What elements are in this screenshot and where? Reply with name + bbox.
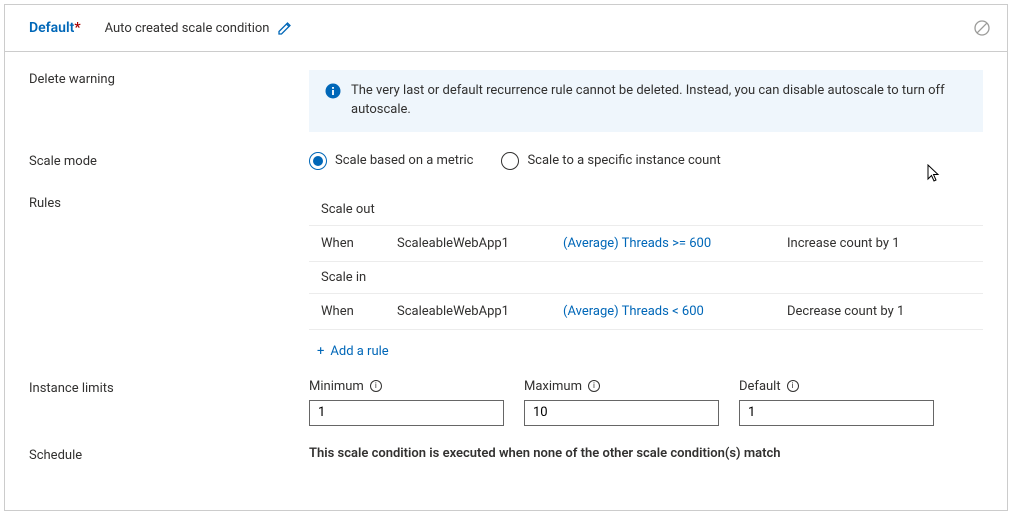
rule-metric-link[interactable]: (Average) Threads < 600	[563, 304, 787, 319]
row-rules: Rules Scale out When ScaleableWebApp1 (A…	[29, 194, 983, 359]
disable-icon[interactable]	[973, 19, 991, 37]
rule-target: ScaleableWebApp1	[397, 304, 563, 319]
default-label-text: Default	[739, 379, 781, 394]
rules-table: Scale out When ScaleableWebApp1 (Average…	[309, 194, 983, 330]
instance-limits-group: Minimum i Maximum i De	[309, 379, 983, 426]
section-scale-in: Scale in	[309, 262, 983, 294]
plus-icon: +	[317, 344, 324, 359]
field-minimum: Minimum i	[309, 379, 504, 426]
radio-scale-metric[interactable]: Scale based on a metric	[309, 152, 473, 170]
delete-warning-callout: The very last or default recurrence rule…	[309, 70, 983, 132]
info-icon[interactable]: i	[787, 380, 799, 392]
title-text: Default	[29, 20, 74, 36]
row-schedule: Schedule This scale condition is execute…	[29, 446, 983, 463]
rule-when: When	[321, 304, 397, 319]
field-maximum: Maximum i	[524, 379, 719, 426]
label-instance-limits: Instance limits	[29, 379, 309, 396]
rule-row-scale-in[interactable]: When ScaleableWebApp1 (Average) Threads …	[309, 294, 983, 330]
rule-action: Decrease count by 1	[787, 304, 983, 319]
row-delete-warning: Delete warning The very last or default …	[29, 70, 983, 132]
radio-label-fixed: Scale to a specific instance count	[527, 153, 720, 168]
field-default: Default i	[739, 379, 934, 426]
label-delete-warning: Delete warning	[29, 70, 309, 87]
maximum-label-text: Maximum	[524, 379, 582, 394]
label-scale-mode: Scale mode	[29, 152, 309, 169]
rule-metric-link[interactable]: (Average) Threads >= 600	[563, 236, 787, 251]
info-icon	[325, 83, 341, 106]
rule-when: When	[321, 236, 397, 251]
scale-mode-radiogroup: Scale based on a metric Scale to a speci…	[309, 152, 983, 170]
panel-title: Default*	[29, 20, 81, 36]
required-star: *	[74, 20, 80, 36]
label-rules: Rules	[29, 194, 309, 211]
rule-action: Increase count by 1	[787, 236, 983, 251]
maximum-input[interactable]	[524, 400, 719, 426]
add-rule-button[interactable]: + Add a rule	[317, 344, 983, 359]
delete-warning-text: The very last or default recurrence rule…	[351, 82, 967, 120]
radio-label-metric: Scale based on a metric	[335, 153, 473, 168]
radio-scale-fixed[interactable]: Scale to a specific instance count	[501, 152, 720, 170]
panel-body: Delete warning The very last or default …	[5, 52, 1007, 463]
info-icon[interactable]: i	[370, 380, 382, 392]
minimum-label-text: Minimum	[309, 379, 364, 394]
scale-condition-panel: Default* Auto created scale condition De…	[4, 4, 1008, 511]
row-scale-mode: Scale mode Scale based on a metric Scale…	[29, 152, 983, 170]
field-label-maximum: Maximum i	[524, 379, 719, 394]
panel-header: Default* Auto created scale condition	[5, 5, 1007, 52]
default-input[interactable]	[739, 400, 934, 426]
schedule-description: This scale condition is executed when no…	[309, 446, 781, 461]
field-label-minimum: Minimum i	[309, 379, 504, 394]
panel-subtitle: Auto created scale condition	[105, 21, 270, 36]
minimum-input[interactable]	[309, 400, 504, 426]
label-schedule: Schedule	[29, 446, 309, 463]
rule-row-scale-out[interactable]: When ScaleableWebApp1 (Average) Threads …	[309, 226, 983, 262]
rule-target: ScaleableWebApp1	[397, 236, 563, 251]
radio-indicator-unchecked	[501, 152, 519, 170]
edit-icon[interactable]	[277, 20, 293, 36]
row-instance-limits: Instance limits Minimum i Maximum i	[29, 379, 983, 426]
radio-indicator-checked	[309, 152, 327, 170]
section-scale-out: Scale out	[309, 194, 983, 226]
add-rule-label: Add a rule	[330, 344, 388, 359]
info-icon[interactable]: i	[588, 380, 600, 392]
field-label-default: Default i	[739, 379, 934, 394]
